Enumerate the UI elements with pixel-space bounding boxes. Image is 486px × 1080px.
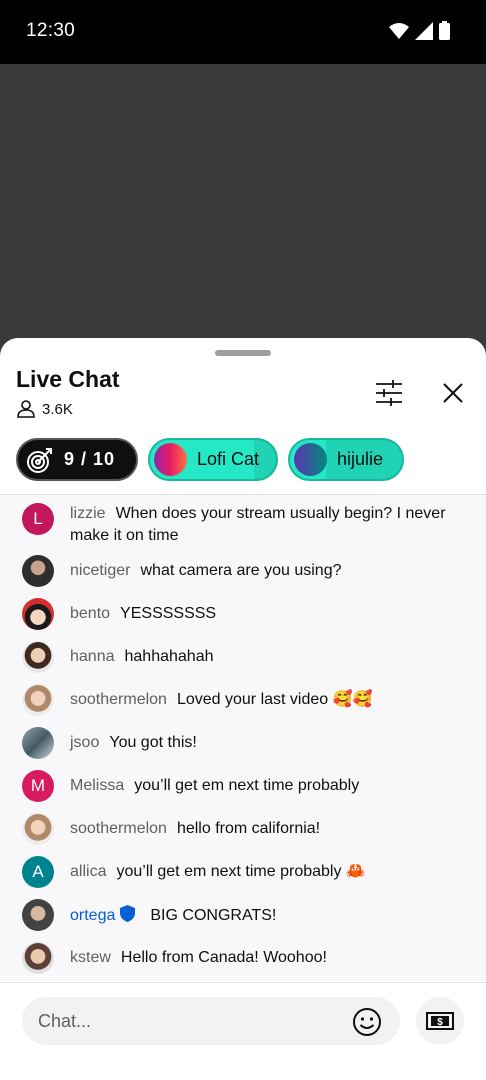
- chat-message-owner: ortega BIG CONGRATS!: [22, 899, 462, 931]
- chip-label: Lofi Cat: [197, 449, 260, 469]
- chat-message: soothermelon hello from california!: [22, 813, 462, 845]
- goal-progress-text: 9 / 10: [64, 449, 116, 469]
- avatar: [22, 899, 54, 931]
- filter-button[interactable]: [372, 376, 406, 410]
- message-text: what camera are you using?: [140, 562, 342, 579]
- message-author[interactable]: soothermelon: [70, 820, 167, 837]
- chat-message: hanna hahhahahah: [22, 641, 462, 673]
- message-author[interactable]: hanna: [70, 648, 115, 665]
- message-text: hello from california!: [176, 820, 321, 837]
- message-text: You got this!: [109, 734, 197, 751]
- chat-message: L lizzie When does your stream usually be…: [22, 503, 462, 547]
- avatar: L: [22, 503, 54, 535]
- message-text: Loved your last video 🥰🥰: [176, 691, 373, 708]
- avatar: [22, 555, 54, 587]
- message-author[interactable]: kstew: [70, 949, 111, 966]
- chat-message: bento YESSSSSSS: [22, 598, 462, 630]
- chat-message: jsoo You got this!: [22, 727, 462, 759]
- avatar: [22, 942, 54, 974]
- dollar-bill-icon: $: [426, 1012, 454, 1030]
- message-text: YESSSSSSS: [120, 605, 217, 622]
- avatar: [22, 598, 54, 630]
- message-text: hahhahahah: [124, 648, 214, 665]
- message-text: Hello from Canada! Woohoo!: [120, 949, 327, 966]
- avatar: [22, 684, 54, 716]
- avatar: A: [22, 856, 54, 888]
- avatar: [294, 443, 327, 476]
- message-author[interactable]: allica: [70, 863, 106, 880]
- chat-message: A allica you’ll get em next time probably…: [22, 856, 462, 888]
- viewer-count: 3.6K: [16, 400, 73, 418]
- chat-input-bar: $: [0, 982, 486, 1080]
- message-author[interactable]: Melissa: [70, 777, 124, 794]
- emoji-icon[interactable]: [352, 1007, 382, 1037]
- chat-message: M Melissa you’ll get em next time probabl…: [22, 770, 462, 802]
- person-icon: [17, 400, 35, 418]
- message-text: When does your stream usually begin? I n…: [70, 505, 446, 544]
- super-chat-button[interactable]: $: [416, 997, 464, 1045]
- cellular-signal-icon: [415, 21, 433, 40]
- message-author[interactable]: bento: [70, 605, 110, 622]
- chip-label: hijulie: [337, 449, 384, 469]
- message-author[interactable]: jsoo: [70, 734, 99, 751]
- chips-row: 9 / 10 Lofi Cat hijulie: [16, 438, 404, 482]
- avatar: [22, 727, 54, 759]
- goal-chip[interactable]: 9 / 10: [16, 438, 138, 481]
- sliders-icon: [376, 380, 402, 406]
- viewer-count-value: 3.6K: [42, 400, 73, 418]
- message-author[interactable]: nicetiger: [70, 562, 130, 579]
- chat-message: nicetiger what camera are you using?: [22, 555, 462, 587]
- status-bar: 12:30: [0, 0, 486, 64]
- avatar: [22, 641, 54, 673]
- message-author[interactable]: ortega: [70, 907, 115, 924]
- battery-icon: [439, 21, 450, 40]
- pinned-user-chip-hijulie[interactable]: hijulie: [288, 438, 404, 481]
- chat-input[interactable]: [22, 997, 400, 1045]
- close-icon: [443, 383, 463, 403]
- message-text: you’ll get em next time probably: [134, 777, 360, 794]
- avatar: [22, 813, 54, 845]
- chat-message: soothermelon Loved your last video 🥰🥰: [22, 684, 462, 716]
- pinned-user-chip-lofi-cat[interactable]: Lofi Cat: [148, 438, 278, 481]
- message-text: you’ll get em next time probably 🦀: [116, 863, 366, 880]
- svg-text:$: $: [437, 1017, 443, 1028]
- chat-message-list[interactable]: L lizzie When does your stream usually be…: [0, 495, 486, 981]
- close-button[interactable]: [438, 378, 468, 408]
- message-author[interactable]: lizzie: [70, 505, 106, 522]
- verified-shield-icon: [120, 905, 136, 922]
- drag-handle[interactable]: [215, 350, 271, 356]
- message-text: BIG CONGRATS!: [150, 907, 277, 924]
- status-icons: [389, 21, 450, 40]
- message-author[interactable]: soothermelon: [70, 691, 167, 708]
- avatar: [154, 443, 187, 476]
- wifi-icon: [389, 22, 409, 39]
- target-icon: [27, 447, 52, 473]
- video-player-area[interactable]: [0, 64, 486, 364]
- chat-message: kstew Hello from Canada! Woohoo!: [22, 942, 462, 974]
- avatar: M: [22, 770, 54, 802]
- live-chat-sheet: Live Chat 3.6K 9 / 10 Lofi Cat hijulie L…: [0, 338, 486, 1080]
- live-chat-title: Live Chat: [16, 366, 120, 392]
- status-time: 12:30: [26, 20, 76, 41]
